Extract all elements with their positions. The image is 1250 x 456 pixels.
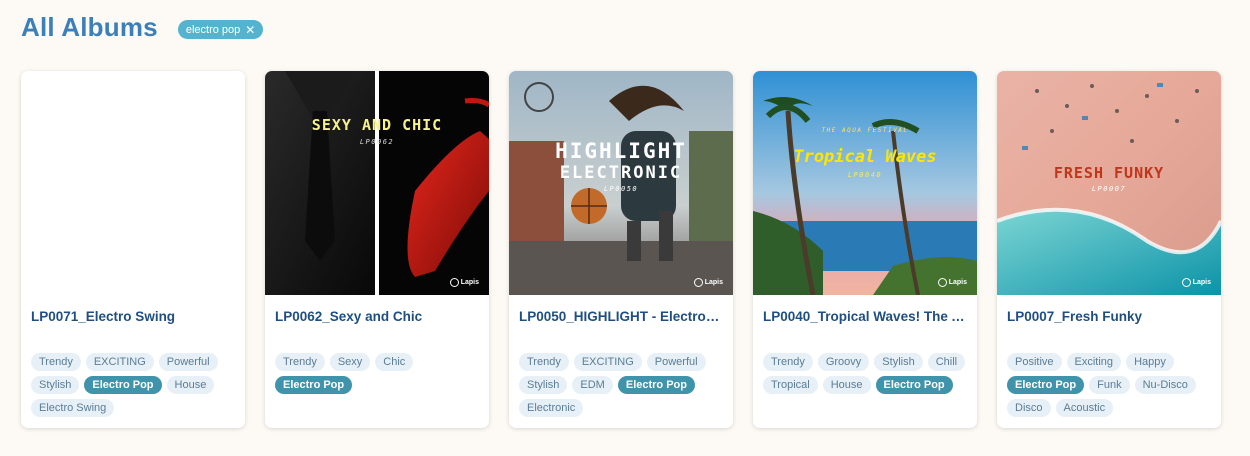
- lapis-logo-icon: [937, 278, 947, 287]
- cover-art: [265, 71, 489, 295]
- cover-code: LP0062: [359, 138, 395, 146]
- cover-code: LP0040: [847, 171, 883, 179]
- cover-art: [509, 71, 733, 295]
- close-icon[interactable]: ✕: [245, 24, 255, 36]
- tag[interactable]: House: [166, 376, 215, 394]
- cover-title: Tropical Waves: [793, 147, 937, 167]
- cover-code: LP0050: [603, 185, 639, 193]
- cover-title: SEXY AND CHIC: [311, 116, 443, 134]
- album-grid: LP0071_Electro Swing Trendy EXCITING Power…: [21, 71, 1221, 428]
- tag[interactable]: Tropical: [763, 376, 818, 394]
- lapis-logo-icon: [449, 278, 459, 287]
- album-title[interactable]: LP0007_Fresh Funky: [1007, 309, 1211, 327]
- tag-list: Trendy EXCITING Powerful Stylish Electro Pop…: [31, 353, 237, 417]
- tag[interactable]: EXCITING: [85, 353, 154, 371]
- lapis-logo-text: Lapis: [1192, 279, 1211, 286]
- tag[interactable]: Stylish: [31, 376, 80, 394]
- filter-chip-label: electro pop: [185, 23, 241, 36]
- lapis-logo-text: Lapis: [704, 279, 723, 286]
- lapis-logo-text: Lapis: [948, 279, 967, 286]
- tag[interactable]: EXCITING: [573, 353, 642, 371]
- tag-list: Trendy Sexy Chic Electro Pop: [275, 353, 481, 394]
- tag[interactable]: Trendy: [275, 353, 325, 371]
- tag[interactable]: Nu-Disco: [1134, 376, 1196, 394]
- album-cover[interactable]: FRESH FUNKY LP0007 Lapis: [997, 71, 1221, 295]
- tag-active[interactable]: Electro Pop: [275, 376, 353, 394]
- tag[interactable]: Trendy: [763, 353, 813, 371]
- lapis-logo: Lapis: [693, 278, 723, 287]
- cover-title: FRESH FUNKY: [1053, 164, 1165, 182]
- tag-active[interactable]: Electro Pop: [875, 376, 953, 394]
- tag[interactable]: Positive: [1007, 353, 1062, 371]
- tag[interactable]: Powerful: [158, 353, 218, 371]
- tag[interactable]: Stylish: [874, 353, 923, 371]
- album-title[interactable]: LP0050_HIGHLIGHT - Electronic: [519, 309, 723, 327]
- cover-art: [753, 71, 977, 295]
- tag-list: Positive Exciting Happy Electro Pop Funk Nu-D…: [1007, 353, 1213, 417]
- page-header: All Albums electro pop ✕: [21, 12, 264, 43]
- album-card[interactable]: THE AQUA FESTIVAL Tropical Waves LP0040 …: [753, 71, 977, 428]
- tag[interactable]: House: [822, 376, 871, 394]
- album-cover[interactable]: THE AQUA FESTIVAL Tropical Waves LP0040 …: [753, 71, 977, 295]
- album-cover[interactable]: SEXY AND CHIC LP0062 Lapis: [265, 71, 489, 295]
- filter-chip[interactable]: electro pop ✕: [177, 20, 264, 39]
- tag[interactable]: Chic: [375, 353, 414, 371]
- tag[interactable]: Funk: [1089, 376, 1130, 394]
- lapis-logo: Lapis: [449, 278, 479, 287]
- album-card[interactable]: HIGHLIGHT ELECTRONIC LP0050 Lapis LP0050…: [509, 71, 733, 428]
- album-cover[interactable]: [21, 71, 245, 295]
- tag[interactable]: Exciting: [1066, 353, 1122, 371]
- tag[interactable]: Sexy: [329, 353, 371, 371]
- tag[interactable]: Trendy: [31, 353, 81, 371]
- tag-active[interactable]: Electro Pop: [84, 376, 162, 394]
- album-title[interactable]: LP0062_Sexy and Chic: [275, 309, 479, 327]
- tag-list: Trendy Groovy Stylish Chill Tropical House Ele…: [763, 353, 969, 394]
- page-title: All Albums: [21, 12, 158, 42]
- album-title[interactable]: LP0071_Electro Swing: [31, 309, 235, 327]
- cover-title: HIGHLIGHT: [555, 139, 687, 163]
- tag[interactable]: Stylish: [519, 376, 568, 394]
- tag-active[interactable]: Electro Pop: [1007, 376, 1085, 394]
- tag[interactable]: Trendy: [519, 353, 569, 371]
- lapis-logo-icon: [1181, 278, 1191, 287]
- lapis-logo-text: Lapis: [460, 279, 479, 286]
- album-title[interactable]: LP0040_Tropical Waves! The Aqua Festival: [763, 309, 967, 327]
- tag[interactable]: Electronic: [519, 399, 584, 417]
- cover-art: [997, 71, 1221, 295]
- lapis-logo-icon: [693, 278, 703, 287]
- album-cover[interactable]: HIGHLIGHT ELECTRONIC LP0050 Lapis: [509, 71, 733, 295]
- lapis-logo: Lapis: [1181, 278, 1211, 287]
- tag[interactable]: Powerful: [646, 353, 706, 371]
- tag[interactable]: Disco: [1007, 399, 1051, 417]
- tag[interactable]: Electro Swing: [31, 399, 115, 417]
- tag[interactable]: Acoustic: [1055, 399, 1114, 417]
- album-card[interactable]: FRESH FUNKY LP0007 Lapis LP0007_Fresh Fu…: [997, 71, 1221, 428]
- cover-subtitle: ELECTRONIC: [559, 163, 683, 183]
- album-card[interactable]: SEXY AND CHIC LP0062 Lapis LP0062_Sexy a…: [265, 71, 489, 428]
- tag-active[interactable]: Electro Pop: [617, 376, 695, 394]
- cover-code: LP0007: [1091, 185, 1127, 193]
- tag[interactable]: Groovy: [817, 353, 870, 371]
- tag-list: Trendy EXCITING Powerful Stylish EDM Electro …: [519, 353, 725, 417]
- lapis-logo: Lapis: [937, 278, 967, 287]
- tag[interactable]: Happy: [1126, 353, 1174, 371]
- tag[interactable]: Chill: [927, 353, 966, 371]
- tag[interactable]: EDM: [572, 376, 613, 394]
- album-card[interactable]: LP0071_Electro Swing Trendy EXCITING Power…: [21, 71, 245, 428]
- cover-small-title: THE AQUA FESTIVAL: [821, 127, 909, 134]
